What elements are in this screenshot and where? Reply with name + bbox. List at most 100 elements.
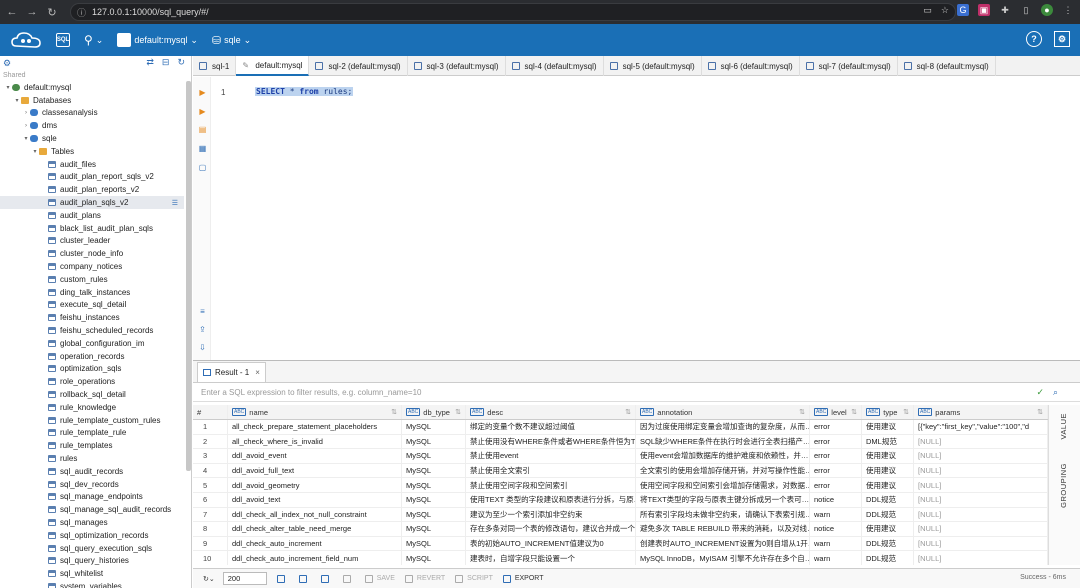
tree-node-database[interactable]: ▾ sqle [0, 132, 184, 145]
table-row[interactable]: 7 ddl_check_all_index_not_null_constraint… [193, 507, 1048, 523]
grid-cell[interactable]: 3 [193, 449, 228, 463]
sort-icon[interactable]: ⇅ [625, 408, 631, 416]
grid-cell[interactable]: [NULL] [914, 507, 1048, 522]
grid-cell[interactable]: 禁止使用空间字段和空间索引 [466, 478, 636, 492]
grid-cell[interactable]: ddl_check_auto_increment_field_num [228, 551, 402, 565]
grid-cell[interactable]: DML规范 [862, 434, 914, 449]
chevron-down-icon[interactable]: ▾ [13, 97, 21, 104]
tree-node-table[interactable]: rule_knowledge [0, 401, 184, 414]
cast-icon[interactable]: ▭ [923, 5, 932, 16]
chevron-right-icon[interactable]: › [22, 123, 30, 129]
tree-node-tables-folder[interactable]: ▾ Tables [0, 145, 184, 158]
sql-statement[interactable]: SELECT * from rules; [255, 87, 354, 96]
sort-icon[interactable]: ⇅ [903, 408, 909, 416]
grid-cell[interactable]: 使用空间字段和空间索引会增加存储需求，对数据… [636, 478, 810, 492]
tree-node-table[interactable]: sql_dev_records [0, 478, 184, 491]
tree-node-table[interactable]: sql_audit_records [0, 465, 184, 478]
tab-sql-editor[interactable]: sql-1 [193, 56, 237, 76]
collapse-all-icon[interactable]: ⊟ [162, 57, 170, 68]
grid-cell[interactable]: DDL规范 [862, 492, 914, 507]
grid-cell[interactable]: 使用建议 [862, 478, 914, 492]
tab-sql-editor[interactable]: sql-6 (default:mysql) [702, 56, 800, 76]
tree-node-table[interactable]: sql_whitelist [0, 567, 184, 580]
apply-filter-check-icon[interactable]: ✓ [1036, 387, 1044, 398]
grid-cell[interactable]: 将TEXT类型的字段与原表主键分拆成另一个表可… [636, 492, 810, 507]
grid-cell[interactable]: ddl_avoid_full_text [228, 463, 402, 478]
export-button[interactable]: EXPORT [502, 574, 544, 583]
sort-icon[interactable]: ⇅ [799, 408, 805, 416]
tab-sql-editor[interactable]: sql-3 (default:mysql) [408, 56, 506, 76]
save-button[interactable]: SAVE [364, 574, 395, 583]
refresh-results-icon[interactable]: ↻⌄ [203, 575, 215, 583]
grid-cell[interactable]: MySQL [402, 449, 466, 463]
tree-node-table[interactable]: execute_sql_detail [0, 299, 184, 312]
tree-node-databases-folder[interactable]: ▾ Databases [0, 94, 184, 107]
grid-cell[interactable]: 10 [193, 551, 228, 565]
tree-node-table[interactable]: optimization_sqls [0, 363, 184, 376]
tree-node-table[interactable]: ding_talk_instances [0, 286, 184, 299]
duplicate-row-icon[interactable] [342, 574, 355, 583]
column-header-index[interactable]: # [193, 405, 228, 419]
tree-node-connection[interactable]: ▾ default:mysql [0, 81, 184, 94]
grid-cell[interactable]: error [810, 449, 862, 463]
grid-cell[interactable]: [NULL] [914, 449, 1048, 463]
open-file-icon[interactable]: ▢ [198, 163, 207, 172]
grid-cell[interactable]: error [810, 434, 862, 449]
tree-node-table[interactable]: system_variables [0, 580, 184, 588]
close-icon[interactable]: × [255, 368, 260, 377]
table-row[interactable]: 10 ddl_check_auto_increment_field_num MySQ… [193, 551, 1048, 565]
grid-cell[interactable]: [NULL] [914, 522, 1048, 536]
tree-node-table[interactable]: audit_plan_report_sqls_v2 [0, 171, 184, 184]
grid-cell[interactable]: 建表时，自增字段只能设置一个 [466, 551, 636, 565]
tree-node-table[interactable]: sql_optimization_records [0, 529, 184, 542]
tree-node-table[interactable]: audit_plan_sqls_v2 ☰ [0, 196, 184, 209]
grid-cell[interactable]: MySQL [402, 420, 466, 434]
filter-input[interactable]: Enter a SQL expression to filter results… [193, 383, 1080, 402]
tree-node-table[interactable]: operation_records [0, 350, 184, 363]
grid-cell[interactable]: 6 [193, 492, 228, 507]
grid-cell[interactable]: 使用建议 [862, 463, 914, 478]
sql-editor[interactable]: ▶ ▶ ▤ ▦ ▢ ≡ ⇪ ⇩ 1 SELECT * from rules; [193, 77, 1080, 360]
address-bar[interactable]: ⓘ 127.0.0.1:10000/sql_query/#/ ▭ ☆ [70, 3, 956, 21]
table-row[interactable]: 5 ddl_avoid_geometry MySQL 禁止使用空间字段和空间索引 使用空… [193, 478, 1048, 493]
value-panel-toggle[interactable]: VALUE GROUPING [1048, 405, 1080, 565]
grid-cell[interactable]: MySQL [402, 463, 466, 478]
grid-cell[interactable]: MySQL [402, 522, 466, 536]
forward-icon[interactable]: → [24, 6, 40, 18]
tree-node-table[interactable]: rules [0, 452, 184, 465]
grid-cell[interactable]: DDL规范 [862, 551, 914, 565]
grid-cell[interactable]: error [810, 478, 862, 492]
column-header-level[interactable]: ABC level ⇅ [810, 405, 862, 419]
grid-cell[interactable]: DDL规范 [862, 507, 914, 522]
grid-cell[interactable]: 所有索引字段均未做非空约束，请确认下表索引规… [636, 507, 810, 522]
grid-cell[interactable]: ddl_avoid_event [228, 449, 402, 463]
grid-cell[interactable]: 绑定的变量个数不建议超过阈值 [466, 420, 636, 434]
chevron-right-icon[interactable]: › [22, 110, 30, 116]
grid-cell[interactable]: 存在多条对同一个表的修改语句，建议合并成一个… [466, 522, 636, 536]
add-row-icon[interactable] [320, 574, 333, 583]
grid-cell[interactable]: 使用建议 [862, 420, 914, 434]
grid-cell[interactable]: 创建表时AUTO_INCREMENT设置为0则自增从1开… [636, 536, 810, 551]
fetch-page-icon[interactable] [276, 574, 289, 583]
link-editor-icon[interactable]: ⇄ [146, 57, 154, 68]
tree-node-database[interactable]: › classesanalysis [0, 107, 184, 120]
result-limit-input[interactable]: 200 [222, 572, 267, 585]
grid-cell[interactable]: all_check_where_is_invalid [228, 434, 402, 449]
column-header-desc[interactable]: ABC desc ⇅ [466, 405, 636, 419]
revert-button[interactable]: REVERT [404, 574, 445, 583]
grid-cell[interactable]: 4 [193, 463, 228, 478]
tab-sql-editor[interactable]: sql-7 (default:mysql) [800, 56, 898, 76]
grid-cell[interactable]: error [810, 463, 862, 478]
sort-icon[interactable]: ⇅ [391, 408, 397, 416]
grid-cell[interactable]: DDL规范 [862, 536, 914, 551]
tree-node-table[interactable]: feishu_instances [0, 311, 184, 324]
settings-gear-icon[interactable]: ⚙ [1054, 31, 1070, 47]
grid-cell[interactable]: 使用TEXT 类型的字段建议和原表进行分拆，与原… [466, 492, 636, 507]
grid-cell[interactable]: MySQL [402, 507, 466, 522]
upload-script-icon[interactable]: ⇪ [198, 325, 207, 334]
tree-node-table[interactable]: company_notices [0, 260, 184, 273]
sort-icon[interactable]: ⇅ [1037, 408, 1043, 416]
grid-cell[interactable]: [NULL] [914, 434, 1048, 449]
bookmark-star-icon[interactable]: ☆ [941, 5, 949, 16]
tree-node-table[interactable]: feishu_scheduled_records [0, 324, 184, 337]
